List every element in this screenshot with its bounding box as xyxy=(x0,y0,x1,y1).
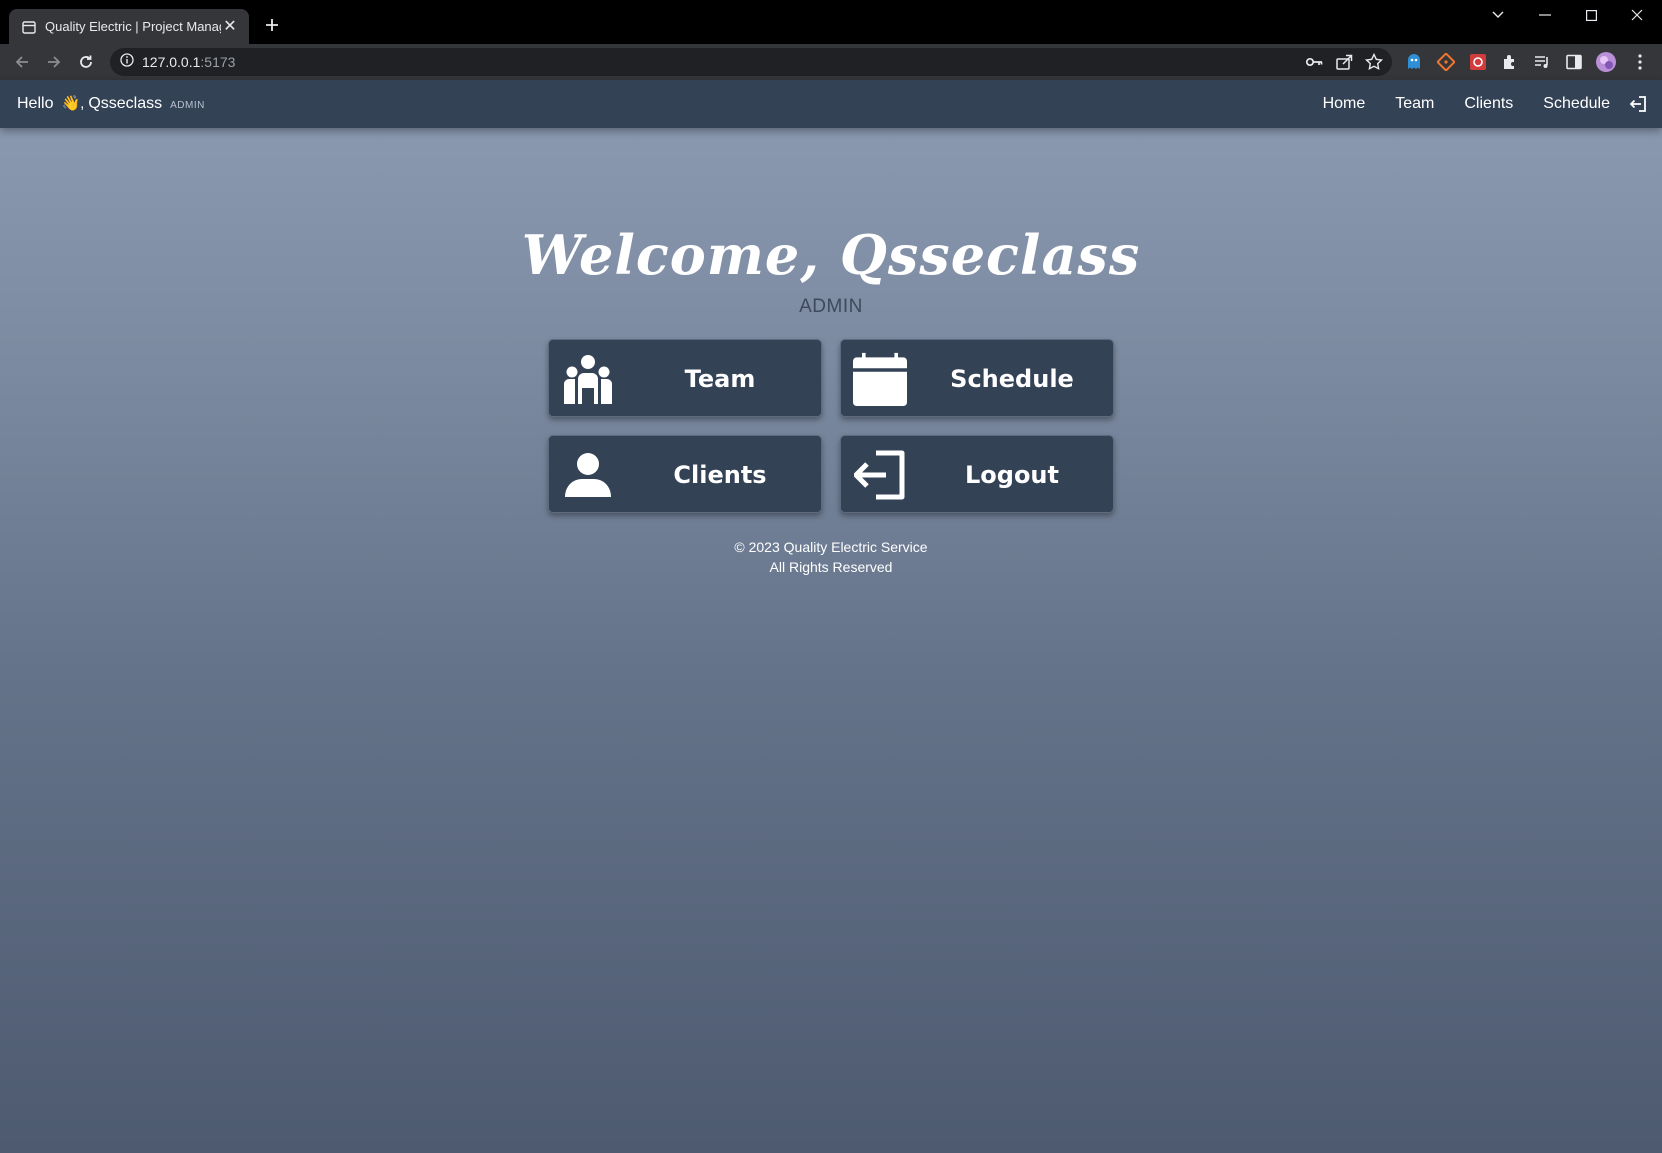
team-card-label: Team xyxy=(684,365,756,393)
url-text: 127.0.0.1:5173 xyxy=(142,54,236,70)
reload-icon[interactable] xyxy=(72,48,100,76)
page-body: Hello 👋, Qsseclass ADMIN Home Team Clien… xyxy=(0,80,1662,1153)
tab-close-icon[interactable]: ✕ xyxy=(221,18,239,36)
wave-emoji: 👋, xyxy=(61,95,85,112)
logout-card-button[interactable]: Logout xyxy=(840,435,1114,513)
browser-toolbar: 127.0.0.1:5173 xyxy=(0,44,1662,80)
user-icon xyxy=(561,448,615,502)
navbar-role-badge: ADMIN xyxy=(170,100,205,111)
team-card-button[interactable]: Team xyxy=(548,339,822,417)
side-panel-icon[interactable] xyxy=(1562,50,1586,74)
extensions-puzzle-icon[interactable] xyxy=(1498,50,1522,74)
copyright-text: © 2023 Quality Electric Service xyxy=(734,539,928,555)
bookmark-star-icon[interactable] xyxy=(1364,52,1384,77)
welcome-role: ADMIN xyxy=(799,296,863,317)
clients-card-button[interactable]: Clients xyxy=(548,435,822,513)
tab-search-chevron-icon[interactable] xyxy=(1475,0,1521,30)
clients-card-label: Clients xyxy=(673,461,767,489)
back-arrow-icon[interactable] xyxy=(8,48,36,76)
logout-card-label: Logout xyxy=(964,461,1059,489)
nav-link-schedule[interactable]: Schedule xyxy=(1543,95,1610,113)
close-window-icon[interactable] xyxy=(1614,0,1660,30)
key-icon[interactable] xyxy=(1304,52,1324,77)
nav-link-home[interactable]: Home xyxy=(1323,95,1366,113)
maximize-icon[interactable] xyxy=(1568,0,1614,30)
greeting-text: Hello xyxy=(17,95,54,112)
forward-arrow-icon[interactable] xyxy=(40,48,68,76)
share-icon[interactable] xyxy=(1334,52,1354,77)
navbar-username: Qsseclass xyxy=(88,95,163,112)
calendar-favicon-icon xyxy=(21,19,37,35)
rights-text: All Rights Reserved xyxy=(769,559,893,575)
schedule-card-button[interactable]: Schedule xyxy=(840,339,1114,417)
minimize-icon[interactable] xyxy=(1522,0,1568,30)
browser-tabstrip: Quality Electric | Project Manager ✕ xyxy=(0,0,1662,44)
extension-git-icon[interactable] xyxy=(1434,50,1458,74)
extension-ghost-icon[interactable] xyxy=(1402,50,1426,74)
user-greeting: Hello 👋, Qsseclass ADMIN xyxy=(17,94,205,113)
nav-link-clients[interactable]: Clients xyxy=(1464,95,1513,113)
tab-title: Quality Electric | Project Manager xyxy=(45,19,221,34)
nav-logout-icon[interactable] xyxy=(1628,93,1650,115)
extension-red-icon[interactable] xyxy=(1466,50,1490,74)
welcome-heading: Welcome, Qsseclass xyxy=(521,223,1141,287)
new-tab-plus-icon[interactable] xyxy=(260,13,284,37)
address-bar[interactable]: 127.0.0.1:5173 xyxy=(110,48,1392,76)
site-info-icon[interactable] xyxy=(120,52,134,72)
browser-tab[interactable]: Quality Electric | Project Manager ✕ xyxy=(9,9,249,44)
profile-avatar[interactable] xyxy=(1594,50,1618,74)
nav-links: Home Team Clients Schedule xyxy=(1293,80,1650,128)
app-navbar: Hello 👋, Qsseclass ADMIN Home Team Clien… xyxy=(0,80,1662,128)
media-queue-icon[interactable] xyxy=(1530,50,1554,74)
browser-menu-icon[interactable] xyxy=(1628,50,1652,74)
page-footer: © 2023 Quality Electric Service All Righ… xyxy=(0,537,1662,577)
logout-icon xyxy=(853,448,907,502)
calendar-icon xyxy=(853,352,907,406)
schedule-card-label: Schedule xyxy=(950,365,1074,393)
nav-link-team[interactable]: Team xyxy=(1395,95,1434,113)
team-icon xyxy=(561,352,615,406)
